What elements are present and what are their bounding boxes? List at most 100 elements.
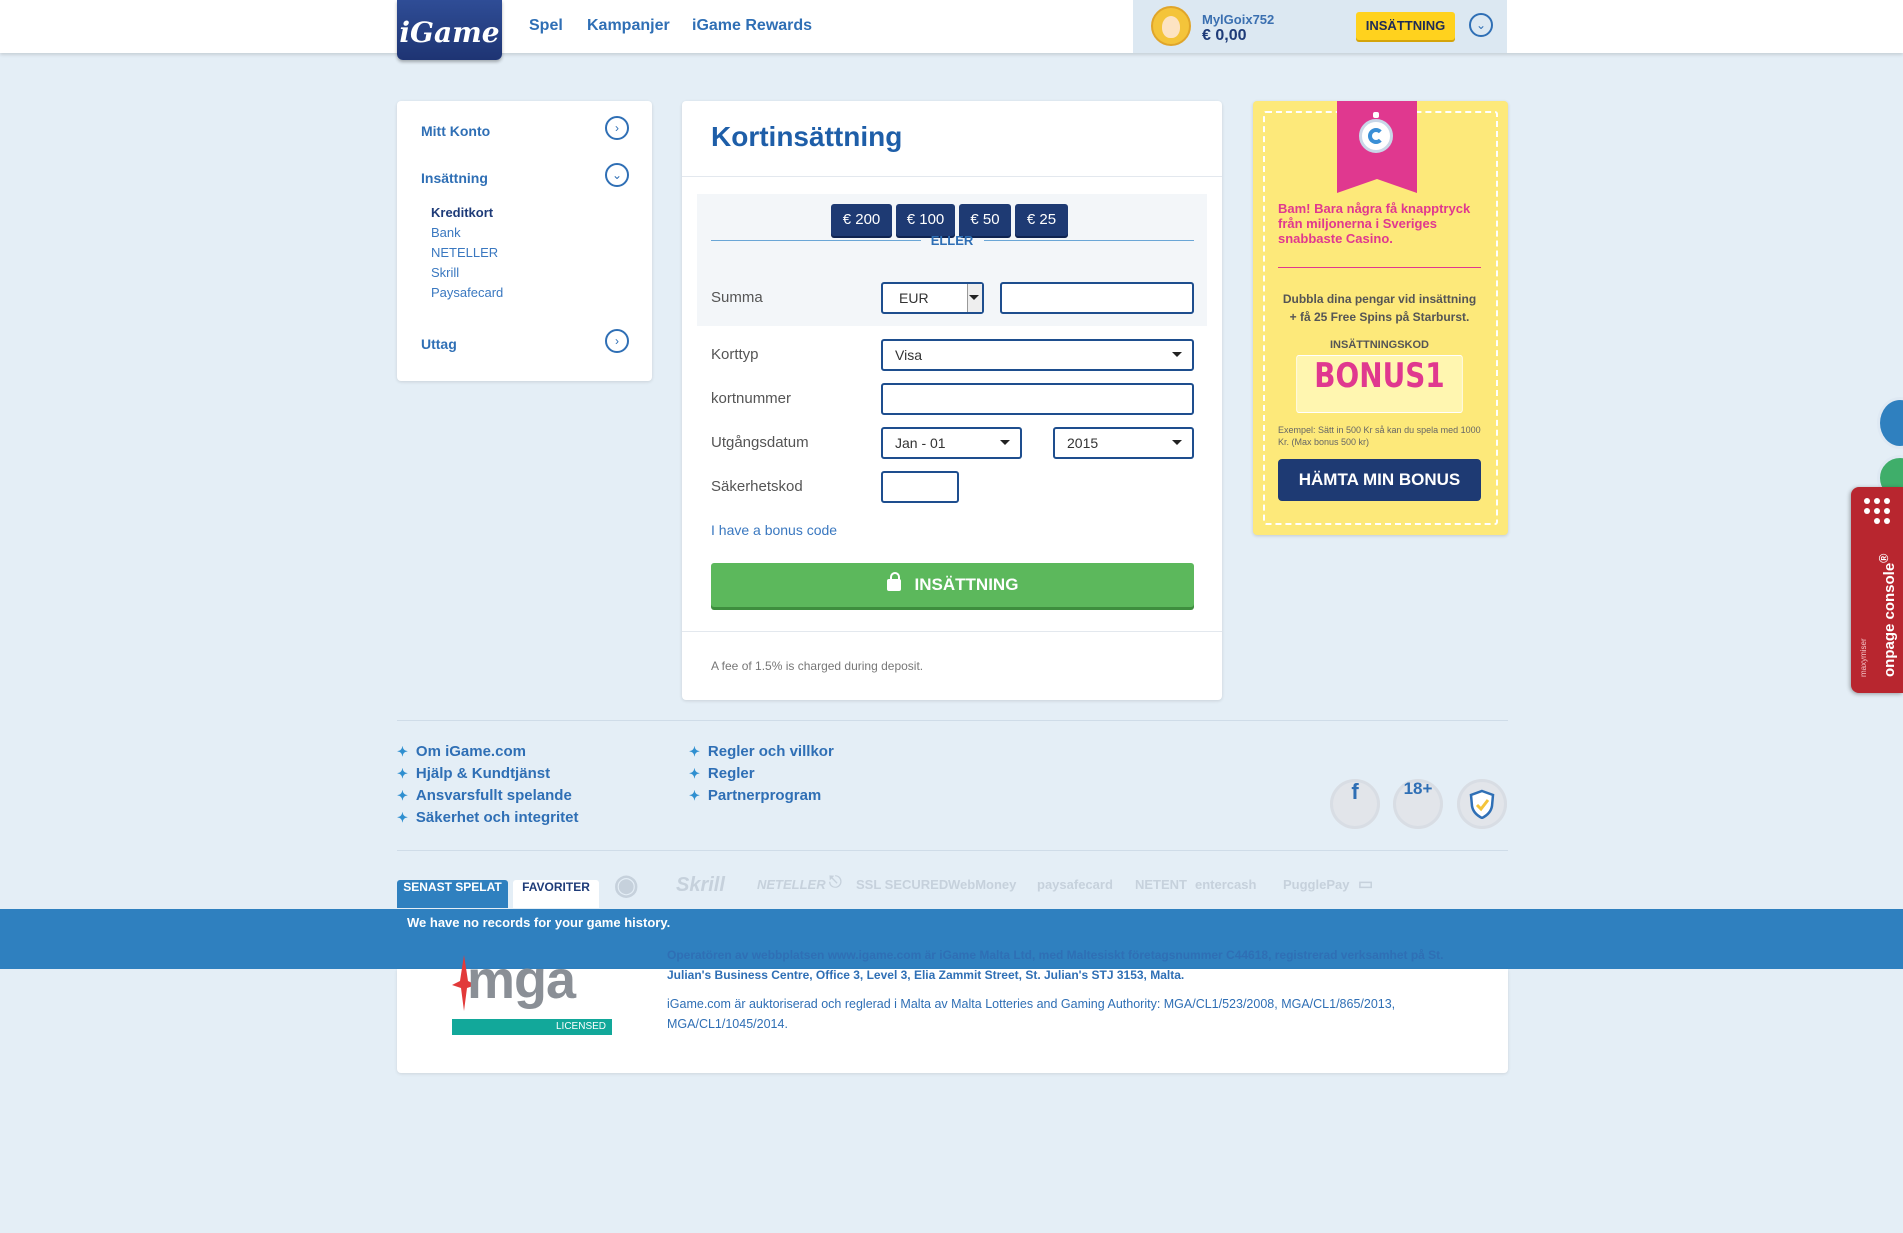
- tab-favoriter[interactable]: FAVORITER: [513, 880, 599, 908]
- promo-example: Exempel: Sätt in 500 Kr så kan du spela …: [1278, 425, 1481, 447]
- star-icon: ✦: [397, 810, 408, 825]
- promo-headline: Bam! Bara några få knapptryck från miljo…: [1278, 201, 1471, 246]
- payment-logo-entercash: entercash: [1195, 877, 1257, 892]
- header-deposit-button[interactable]: INSÄTTNING: [1356, 12, 1455, 40]
- bonus-code: BONUS1: [1296, 355, 1463, 413]
- footer-link-om-igame[interactable]: ✦ Om iGame.com: [397, 743, 526, 760]
- facebook-icon[interactable]: f: [1330, 779, 1380, 829]
- amount-chip-50[interactable]: € 50: [959, 204, 1011, 236]
- sidebar-mitt-konto[interactable]: Mitt Konto: [421, 123, 490, 139]
- payment-logo-netent: NETENT: [1135, 877, 1187, 892]
- logo-text: iGame: [399, 16, 500, 49]
- user-menu-chevron-down-icon[interactable]: ⌄: [1469, 13, 1493, 37]
- divider: [682, 631, 1222, 632]
- footer-link-regler[interactable]: ✦ Regler: [689, 765, 755, 782]
- mga-licensed-badge: LICENSED: [452, 1019, 612, 1035]
- footer-link-sakerhet[interactable]: ✦ Säkerhet och integritet: [397, 809, 578, 826]
- star-icon: ✦: [689, 744, 700, 759]
- fee-note: A fee of 1.5% is charged during deposit.: [711, 659, 924, 673]
- star-icon: ✦: [689, 788, 700, 803]
- username: MylGoix752: [1202, 12, 1275, 27]
- sidebar-item-neteller[interactable]: NETELLER: [431, 245, 498, 260]
- payment-logo-skrill: Skrill: [676, 874, 725, 896]
- payment-logo-webmoney: WebMoney: [948, 877, 1017, 892]
- or-separator: ELLER: [930, 233, 974, 248]
- maxymiser-label: maxymiser: [1859, 638, 1868, 677]
- card-type-value: Visa: [895, 347, 922, 363]
- promo-ribbon: [1337, 101, 1417, 193]
- submit-label: INSÄTTNING: [914, 575, 1019, 594]
- currency-value: EUR: [899, 290, 929, 306]
- nav-kampanjer[interactable]: Kampanjer: [587, 17, 670, 35]
- sidebar-item-bank[interactable]: Bank: [431, 225, 461, 240]
- submit-deposit-button[interactable]: INSÄTTNING: [711, 563, 1194, 607]
- payment-logo-pugglepay: PugglePay: [1283, 877, 1350, 892]
- lock-icon: [886, 572, 901, 591]
- payment-logo-paysafecard: paysafecard: [1037, 877, 1113, 892]
- star-icon: ✦: [397, 788, 408, 803]
- amount-chip-100[interactable]: € 100: [896, 204, 955, 236]
- sidebar-uttag[interactable]: Uttag: [421, 336, 457, 352]
- tab-senast-spelat[interactable]: SENAST SPELAT: [397, 880, 508, 908]
- sidebar-item-kreditkort[interactable]: Kreditkort: [431, 205, 493, 220]
- legal-text: iGame.com är auktoriserad och reglerad i…: [667, 997, 1396, 1031]
- card-number-label: kortnummer: [711, 390, 792, 407]
- expiry-label: Utgångsdatum: [711, 434, 809, 451]
- caret-down-icon: [1000, 440, 1010, 445]
- card-icon: ▭: [1358, 876, 1374, 893]
- amount-chip-25[interactable]: € 25: [1015, 204, 1068, 236]
- shield-icon[interactable]: [1457, 779, 1507, 829]
- divider: [1278, 267, 1481, 268]
- promo-offer: Dubbla dina pengar vid insättning + få 2…: [1282, 292, 1477, 324]
- mga-logo-text: mga: [467, 950, 576, 1010]
- card-type-select[interactable]: Visa: [881, 339, 1194, 371]
- caret-down-icon: [1172, 440, 1182, 445]
- no-history-text: We have no records for your game history…: [407, 915, 671, 930]
- expiry-year-select[interactable]: 2015: [1053, 427, 1194, 459]
- star-icon: ✦: [689, 766, 700, 781]
- card-type-label: Korttyp: [711, 346, 759, 363]
- star-icon: ✦: [397, 766, 408, 781]
- caret-down-icon: [1172, 352, 1182, 357]
- stopwatch-icon: [1359, 112, 1393, 153]
- top-header: [0, 0, 1903, 53]
- amount-chip-200[interactable]: € 200: [831, 204, 892, 236]
- footer-link-regler-villkor[interactable]: ✦ Regler och villkor: [689, 743, 834, 760]
- sidebar-insattning[interactable]: Insättning: [421, 170, 488, 186]
- avatar-face-icon: [1162, 16, 1180, 38]
- bonus-promo-card: Bam! Bara några få knapptryck från miljo…: [1253, 101, 1508, 535]
- footer-link-hjalp[interactable]: ✦ Hjälp & Kundtjänst: [397, 765, 550, 782]
- nav-igame-rewards[interactable]: iGame Rewards: [692, 17, 812, 35]
- get-bonus-button[interactable]: HÄMTA MIN BONUS: [1278, 459, 1481, 501]
- footer-link-partnerprogram[interactable]: ✦ Partnerprogram: [689, 787, 821, 804]
- balance: € 0,00: [1202, 27, 1247, 44]
- amount-input[interactable]: [1000, 282, 1194, 314]
- expiry-month-select[interactable]: Jan - 01: [881, 427, 1022, 459]
- chat-widget-icon[interactable]: [1877, 397, 1903, 449]
- chevron-right-icon[interactable]: ›: [605, 116, 629, 140]
- chevron-down-icon[interactable]: ⌄: [605, 163, 629, 187]
- card-number-input[interactable]: [881, 383, 1194, 415]
- expiry-month-value: Jan - 01: [895, 435, 946, 451]
- currency-caret: [967, 284, 982, 312]
- payment-logo-ssl: SSL SECURED: [856, 877, 949, 892]
- sidebar-item-skrill[interactable]: Skrill: [431, 265, 459, 280]
- footer-link-ansvarsfullt[interactable]: ✦ Ansvarsfullt spelande: [397, 787, 572, 804]
- divider: [682, 176, 1222, 177]
- chevron-right-icon[interactable]: ›: [605, 329, 629, 353]
- igame-logo[interactable]: iGame: [397, 0, 502, 60]
- onpage-console-label: onpage console®: [1877, 553, 1898, 677]
- cvv-input[interactable]: [881, 471, 959, 503]
- avatar[interactable]: [1151, 6, 1191, 46]
- age-18-icon[interactable]: 18+: [1393, 779, 1443, 829]
- star-icon: ✦: [397, 744, 408, 759]
- nav-spel[interactable]: Spel: [529, 17, 563, 35]
- sidebar-item-paysafecard[interactable]: Paysafecard: [431, 285, 503, 300]
- bonus-code-label: INSÄTTNINGSKOD: [1330, 339, 1429, 351]
- grid-icon: [1864, 498, 1890, 524]
- onpage-console-widget[interactable]: onpage console® maxymiser: [1851, 487, 1903, 693]
- bonus-code-link[interactable]: I have a bonus code: [711, 522, 837, 538]
- divider: [397, 720, 1508, 721]
- currency-select[interactable]: EUR: [881, 282, 984, 314]
- caret-down-icon: [969, 295, 979, 300]
